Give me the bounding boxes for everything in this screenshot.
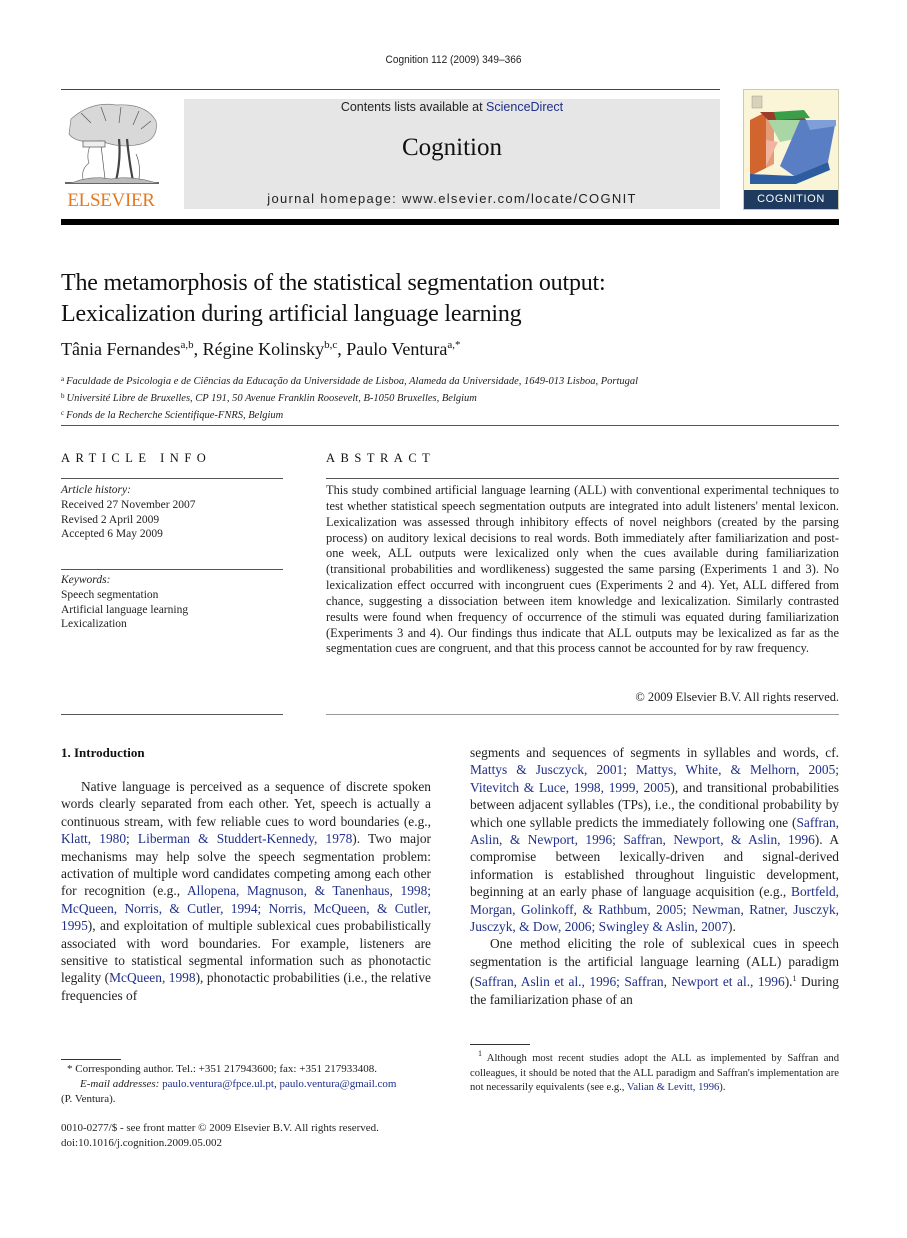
footnote-line: * Corresponding author. Tel.: +351 21794… <box>61 1062 431 1077</box>
journal-banner: Contents lists available at ScienceDirec… <box>184 99 720 209</box>
email-label: E-mail addresses: <box>80 1078 160 1090</box>
body-text: ). <box>784 974 793 990</box>
affiliation-key: b <box>61 392 65 401</box>
masthead-top-rule <box>61 89 720 90</box>
divider <box>61 478 283 479</box>
body-column-right: segments and sequences of segments in sy… <box>470 744 839 1008</box>
author-list: Tânia Fernandesa,b, Régine Kolinskyb,c, … <box>61 339 841 360</box>
affiliation-text: Université Libre de Bruxelles, CP 191, 5… <box>66 393 477 405</box>
keyword-item: Lexicalization <box>61 618 127 631</box>
corresponding-author-footnote: * Corresponding author. Tel.: +351 21794… <box>61 1062 431 1107</box>
article-title-line-1: The metamorphosis of the statistical seg… <box>61 270 606 296</box>
section-heading: 1. Introduction <box>61 745 145 760</box>
divider <box>326 478 839 479</box>
author-name[interactable]: Tânia Fernandes <box>61 339 180 359</box>
footnote-1: 1 Although most recent studies adopt the… <box>470 1047 839 1096</box>
email-owner: (P. Ventura). <box>61 1093 116 1105</box>
body-paragraph: One method eliciting the role of sublexi… <box>470 935 839 1008</box>
affiliation-item: a Faculdade de Psicologia e de Ciências d… <box>61 372 841 389</box>
history-revised: Revised 2 April 2009 <box>61 513 160 526</box>
article-info-heading: ARTICLE INFO <box>61 451 212 465</box>
abstract-heading: ABSTRACT <box>326 451 436 465</box>
history-accepted: Accepted 6 May 2009 <box>61 528 163 541</box>
divider <box>326 714 839 715</box>
author-affiliation-marker: a,b <box>180 339 194 351</box>
abstract-text: This study combined artificial language … <box>326 483 839 656</box>
history-received: Received 27 November 2007 <box>61 498 196 511</box>
body-paragraph: Native language is perceived as a sequen… <box>61 778 431 1004</box>
author-name[interactable]: Paulo Ventura <box>346 339 447 359</box>
article-history-label: Article history: <box>61 484 131 496</box>
affiliation-key: a <box>61 375 65 383</box>
body-text: segments and sequences of segments in sy… <box>470 745 839 760</box>
email-link[interactable]: paulo.ventura@gmail.com <box>279 1078 396 1090</box>
journal-title: Cognition <box>401 134 502 161</box>
cover-label: COGNITION <box>744 190 838 209</box>
issn-doi-block: 0010-0277/$ - see front matter © 2009 El… <box>61 1121 431 1151</box>
divider <box>61 425 839 426</box>
affiliation-text: Fonds de la Recherche Scientifique-FNRS,… <box>66 410 284 422</box>
body-text: ). <box>728 919 736 935</box>
journal-homepage-link[interactable]: journal homepage: www.elsevier.com/locat… <box>184 191 720 206</box>
divider <box>61 569 283 570</box>
author-name[interactable]: Régine Kolinsky <box>203 339 325 359</box>
footnote-text: Corresponding author. Tel.: +351 2179436… <box>72 1063 377 1075</box>
citation-link[interactable]: Saffran, Aslin et al., 1996; Saffran, Ne… <box>474 974 784 989</box>
author-affiliation-marker: a,* <box>447 339 461 351</box>
footnote-rule <box>61 1059 121 1060</box>
citation-link[interactable]: Klatt, 1980; Liberman & Studdert-Kennedy… <box>61 831 352 846</box>
sciencedirect-link[interactable]: ScienceDirect <box>486 100 563 114</box>
keyword-item: Speech segmentation <box>61 588 159 601</box>
abstract-copyright: © 2009 Elsevier B.V. All rights reserved… <box>635 690 839 704</box>
footnote-line: E-mail addresses: paulo.ventura@fpce.ul.… <box>61 1077 431 1092</box>
body-paragraph: segments and sequences of segments in sy… <box>470 744 839 935</box>
citation-link[interactable]: Valian & Levitt, 1996 <box>627 1082 719 1093</box>
keywords-label: Keywords: <box>61 574 111 586</box>
affiliation-list: a Faculdade de Psicologia e de Ciências d… <box>61 372 841 424</box>
email-link[interactable]: paulo.ventura@fpce.ul.pt <box>162 1078 274 1090</box>
contents-line: Contents lists available at ScienceDirec… <box>184 100 720 114</box>
affiliation-item: c Fonds de la Recherche Scientifique-FNRS… <box>61 406 841 423</box>
author-separator: , <box>337 339 347 359</box>
author-separator: , <box>193 339 203 359</box>
contents-prefix: Contents lists available at <box>340 100 487 114</box>
affiliation-key: c <box>61 409 65 418</box>
doi-link[interactable]: doi:10.1016/j.cognition.2009.05.002 <box>61 1136 431 1151</box>
masthead-bottom-rule <box>61 219 839 225</box>
keyword-item: Artificial language learning <box>61 603 189 616</box>
divider <box>61 714 283 715</box>
elsevier-wordmark: ELSEVIER <box>67 190 155 211</box>
body-text: Native language is perceived as a sequen… <box>61 779 431 829</box>
article-title-line-2: Lexicalization during artificial languag… <box>61 301 522 327</box>
cognition-cover-art-icon <box>750 95 836 184</box>
affiliation-text: Faculdade de Psicologia e de Ciências da… <box>66 376 639 387</box>
keywords: Keywords: Speech segmentation Artificial… <box>61 573 283 632</box>
affiliation-item: b Université Libre de Bruxelles, CP 191, … <box>61 389 841 406</box>
journal-cover-thumbnail[interactable]: COGNITION <box>743 89 839 210</box>
issn-line: 0010-0277/$ - see front matter © 2009 El… <box>61 1122 379 1134</box>
citation-link[interactable]: McQueen, 1998 <box>109 970 195 985</box>
footnote-text: ). <box>719 1082 726 1094</box>
author-affiliation-marker: b,c <box>324 339 338 351</box>
article-history: Article history: Received 27 November 20… <box>61 483 283 542</box>
footnote-rule <box>470 1044 530 1045</box>
article-title: The metamorphosis of the statistical seg… <box>61 268 841 330</box>
running-head: Cognition 112 (2009) 349–366 <box>385 54 522 66</box>
